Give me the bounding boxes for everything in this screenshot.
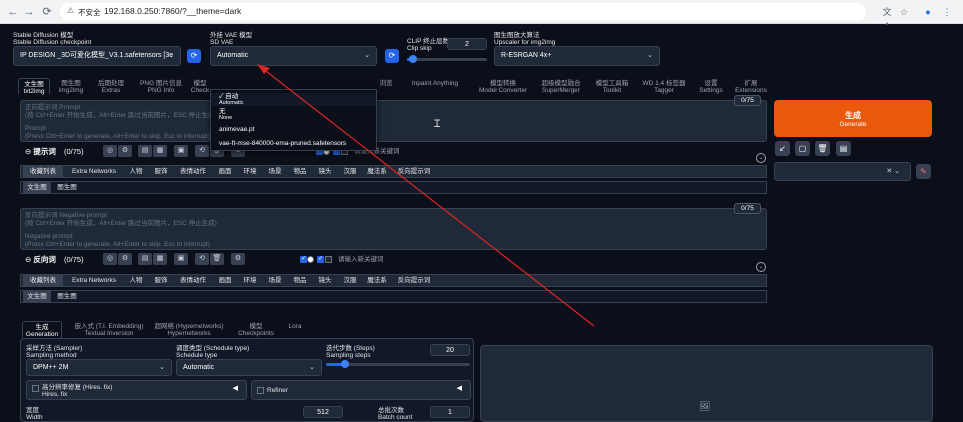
webui: Stable Diffusion 模型 Stable Diffusion chec… xyxy=(0,25,963,422)
arrow-line xyxy=(261,67,595,327)
not-secure-label: 不安全 xyxy=(78,8,101,17)
forward-button[interactable]: → xyxy=(22,5,36,19)
browser-toolbar: ← → ⟳ ⚠ 不安全 192.168.0.250:7860/?__theme=… xyxy=(0,0,963,31)
profile-icon[interactable]: ● xyxy=(921,5,935,19)
menu-icon[interactable]: ⋮ xyxy=(940,5,954,19)
annotation-arrow xyxy=(257,64,595,327)
address-bar[interactable]: ⚠ 不安全 192.168.0.250:7860/?__theme=dark xyxy=(60,3,866,21)
reload-button[interactable]: ⟳ xyxy=(40,5,54,19)
translate-icon[interactable]: 文A xyxy=(880,5,894,31)
url-text: 192.168.0.250:7860/?__theme=dark xyxy=(104,6,242,16)
warning-icon: ⚠ xyxy=(67,6,75,15)
back-button[interactable]: ← xyxy=(6,5,20,19)
star-icon[interactable]: ☆ xyxy=(897,5,911,19)
